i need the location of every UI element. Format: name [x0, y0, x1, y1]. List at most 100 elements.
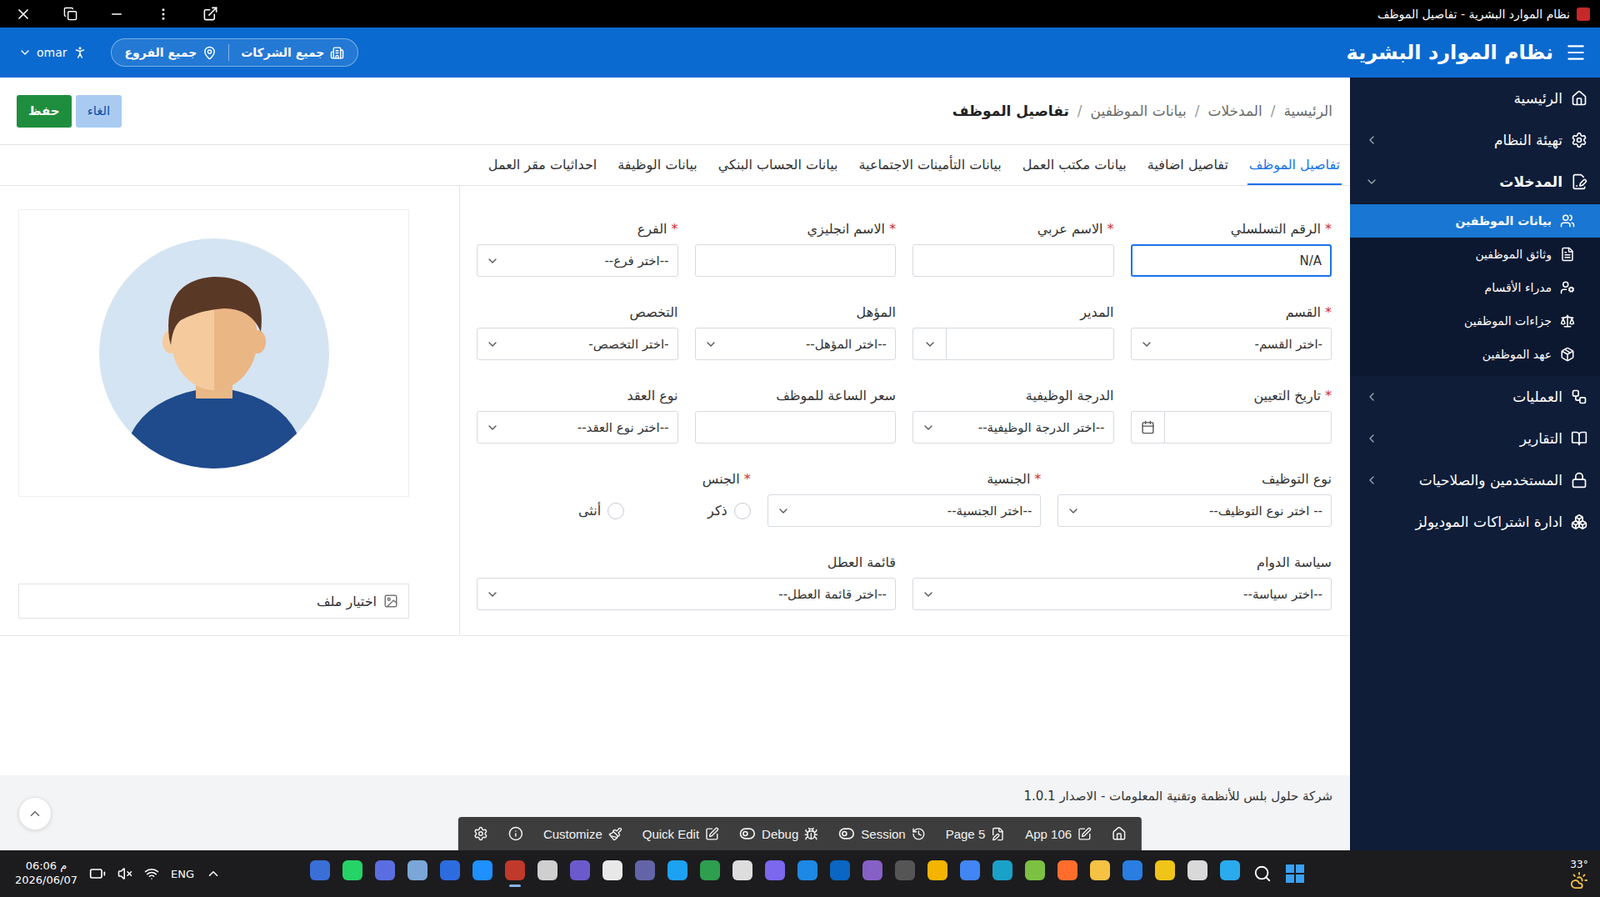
radio-option[interactable]: أنثى — [578, 502, 625, 520]
taskbar-app[interactable] — [304, 851, 337, 895]
taskbar-app[interactable] — [986, 851, 1020, 895]
taskbar-app[interactable] — [694, 851, 727, 895]
select[interactable]: --اختر الدرجة الوظيفية-- — [912, 410, 1115, 444]
taskbar-app[interactable] — [759, 851, 792, 895]
sidebar-item[interactable]: الرئيسية — [1350, 77, 1600, 120]
scroll-top-button[interactable] — [18, 796, 52, 830]
taskbar-app[interactable] — [824, 851, 857, 895]
radio-option[interactable]: ذكر — [707, 502, 751, 520]
minimize-icon[interactable] — [109, 6, 125, 22]
select[interactable]: -اختر التخصص- — [476, 327, 679, 360]
text-input[interactable] — [695, 244, 897, 277]
radio-circle[interactable] — [607, 502, 625, 520]
tab[interactable]: بيانات التأمينات الاجتماعية — [856, 145, 1003, 185]
lov-input[interactable] — [945, 327, 1115, 360]
sidebar-item[interactable]: التقارير — [1350, 417, 1600, 460]
text-input[interactable] — [695, 410, 897, 444]
toolbar-item[interactable]: Debug — [729, 816, 829, 850]
lov-button[interactable] — [912, 327, 946, 360]
tray-expand-icon[interactable] — [205, 865, 221, 881]
taskbar-app[interactable] — [1084, 851, 1117, 895]
taskbar-app[interactable] — [1214, 851, 1247, 895]
sidebar-subitem[interactable]: عهد الموظفين — [1350, 337, 1600, 371]
select[interactable]: --اختر نوع العقد-- — [476, 410, 679, 444]
more-icon[interactable] — [155, 6, 171, 22]
taskbar-app[interactable] — [954, 851, 987, 895]
tab[interactable]: احداثيات مقر العمل — [486, 145, 599, 185]
taskbar-app[interactable] — [791, 851, 825, 895]
taskbar-app[interactable] — [889, 851, 922, 895]
close-icon[interactable] — [15, 5, 32, 23]
sidebar-item[interactable]: المدخلات — [1350, 160, 1600, 203]
text-input[interactable]: N/A — [1130, 244, 1333, 277]
sidebar-subitem[interactable]: مدراء الأقسام — [1350, 270, 1600, 305]
taskbar-app[interactable] — [336, 851, 370, 895]
toolbar-item[interactable]: App 106 — [1015, 816, 1102, 850]
taskbar-app[interactable] — [1019, 851, 1052, 895]
breadcrumb-item[interactable]: الرئيسية — [1283, 102, 1333, 120]
taskbar-app[interactable] — [531, 851, 565, 895]
tab[interactable]: تفاصيل الموظف — [1247, 145, 1342, 185]
taskbar-app[interactable] — [369, 851, 402, 895]
companies-selector[interactable]: جميع الشركات — [240, 45, 345, 60]
tab[interactable]: تفاصيل اضافية — [1145, 145, 1230, 185]
toolbar-item[interactable]: Session — [828, 816, 935, 850]
save-button[interactable]: حفظ — [16, 95, 72, 128]
toolbar-item[interactable]: Page 5 — [935, 816, 1016, 850]
user-menu[interactable]: omar — [18, 45, 88, 60]
start-button[interactable] — [1279, 851, 1312, 895]
sidebar-item[interactable]: المستخدمين والصلاحيات — [1350, 459, 1600, 501]
breadcrumb-item[interactable]: بيانات الموظفين — [1090, 102, 1187, 120]
toolbar-item[interactable]: Quick Edit — [632, 816, 730, 850]
sidebar-subitem[interactable]: جزاءات الموظفين — [1350, 304, 1600, 338]
taskbar-app[interactable] — [1149, 851, 1182, 895]
taskbar-app[interactable] — [1116, 851, 1150, 895]
select[interactable]: -اختر القسم- — [1130, 327, 1333, 360]
hamburger-icon[interactable] — [1565, 41, 1587, 64]
taskbar-app[interactable] — [921, 851, 955, 895]
taskbar-app[interactable] — [1181, 851, 1215, 895]
taskbar-app[interactable] — [466, 851, 500, 895]
language-indicator[interactable]: ENG — [170, 867, 195, 880]
select[interactable]: --اختر المؤهل-- — [695, 327, 897, 360]
taskbar-app[interactable] — [661, 851, 695, 895]
file-chooser[interactable]: اختيار ملف — [18, 583, 410, 619]
scope-selector[interactable]: جميع الشركات جميع الفروع — [110, 38, 360, 67]
toolbar-home[interactable] — [1101, 816, 1137, 850]
sidebar-item[interactable]: العمليات — [1350, 375, 1600, 418]
taskbar-app[interactable] — [564, 851, 597, 895]
taskbar-app[interactable] — [499, 851, 532, 895]
toolbar-item[interactable]: Customize — [533, 816, 633, 850]
taskbar-app[interactable] — [401, 851, 435, 895]
branches-selector[interactable]: جميع الفروع — [125, 45, 218, 60]
select[interactable]: --اختر فرع-- — [476, 244, 679, 277]
taskbar-app[interactable] — [1051, 851, 1085, 895]
radio-circle[interactable] — [734, 502, 751, 520]
taskbar-app[interactable] — [434, 851, 467, 895]
select[interactable]: --اختر الجنسية-- — [767, 494, 1042, 527]
cancel-button[interactable]: الغاء — [75, 95, 123, 128]
taskbar-app[interactable] — [629, 851, 662, 895]
text-input[interactable] — [912, 244, 1115, 277]
select[interactable]: --اختر قائمة العطل-- — [476, 577, 896, 610]
calendar-button[interactable] — [1130, 410, 1165, 444]
select[interactable]: --اختر سياسة-- — [912, 577, 1332, 610]
weather-widget[interactable]: 33° — [1570, 858, 1589, 890]
tab[interactable]: بيانات الحساب البنكي — [716, 145, 840, 185]
restore-icon[interactable] — [63, 6, 78, 21]
toolbar-settings[interactable] — [463, 816, 499, 850]
taskbar-app[interactable] — [856, 851, 890, 895]
date-input[interactable] — [1164, 410, 1333, 444]
sidebar-subitem[interactable]: بيانات الموظفين — [1350, 204, 1600, 238]
taskbar-app[interactable] — [726, 851, 760, 895]
taskbar-search[interactable] — [1246, 851, 1280, 895]
tab[interactable]: بيانات الوظيفة — [615, 145, 699, 185]
toolbar-info[interactable] — [498, 816, 534, 850]
sidebar-item[interactable]: ادارة اشتراكات الموديولز — [1350, 500, 1600, 543]
select[interactable]: -- اختر نوع التوظيف-- — [1057, 494, 1332, 527]
sidebar-item[interactable]: تهيئة النظام — [1350, 119, 1600, 161]
open-external-icon[interactable] — [202, 5, 219, 22]
taskbar-app[interactable] — [596, 851, 630, 895]
tab[interactable]: بيانات مكتب العمل — [1020, 145, 1129, 185]
breadcrumb-item[interactable]: المدخلات — [1207, 102, 1262, 120]
